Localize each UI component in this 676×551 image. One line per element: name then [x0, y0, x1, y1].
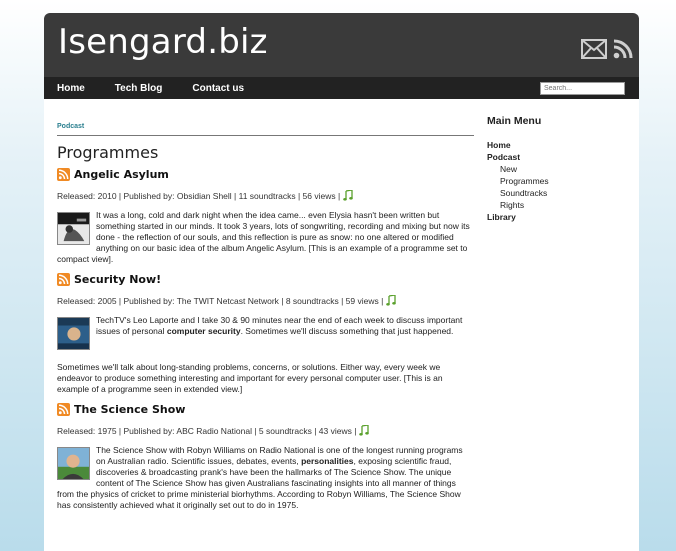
- sidebar-item-new[interactable]: New: [500, 164, 517, 174]
- nav-contact-us[interactable]: Contact us: [192, 83, 244, 94]
- programme-description-text: It was a long, cold and dark night when …: [57, 210, 470, 264]
- programme-meta-text: Released: 2010 | Published by: Obsidian …: [57, 190, 341, 201]
- search-input[interactable]: [540, 82, 625, 95]
- breadcrumb: Podcast: [57, 115, 474, 136]
- programme-meta-text: Released: 1975 | Published by: ABC Radio…: [57, 425, 357, 436]
- site-title[interactable]: Isengard.biz: [58, 22, 268, 62]
- music-note-icon[interactable]: [386, 295, 397, 306]
- page-container: Isengard.biz Home Tech Blog Contact us P…: [44, 13, 639, 551]
- music-note-icon[interactable]: [359, 425, 370, 436]
- sidebar-item-podcast[interactable]: Podcast: [487, 152, 520, 162]
- mail-icon[interactable]: [581, 39, 607, 59]
- main-content: Podcast Programmes Angelic Asylum Releas…: [57, 115, 474, 511]
- main-menu: Home Podcast New Programmes Soundtracks …: [487, 139, 627, 223]
- sidebar-item-home[interactable]: Home: [487, 140, 511, 150]
- programme-description-text: . Sometimes we'll discuss something that…: [240, 326, 454, 336]
- programme-item: Security Now! Released: 2005 | Published…: [57, 273, 474, 395]
- programme-meta: Released: 2005 | Published by: The TWIT …: [57, 295, 474, 306]
- programme-header: Security Now!: [57, 273, 474, 286]
- site-header: Isengard.biz: [44, 13, 639, 77]
- programme-meta: Released: 1975 | Published by: ABC Radio…: [57, 425, 474, 436]
- programme-description: It was a long, cold and dark night when …: [57, 210, 474, 265]
- programme-header: Angelic Asylum: [57, 168, 474, 181]
- programme-extended-text: Sometimes we'll talk about long-standing…: [57, 362, 443, 394]
- programme-title[interactable]: The Science Show: [74, 403, 185, 416]
- programme-thumbnail[interactable]: [57, 317, 90, 350]
- sidebar-item-soundtracks[interactable]: Soundtracks: [500, 188, 547, 198]
- programme-title[interactable]: Angelic Asylum: [74, 168, 169, 181]
- rss-feed-icon[interactable]: [613, 39, 633, 59]
- rss-icon[interactable]: [57, 168, 70, 181]
- nav-home[interactable]: Home: [57, 83, 85, 94]
- rss-icon[interactable]: [57, 403, 70, 416]
- programme-description: The Science Show with Robyn Williams on …: [57, 445, 474, 511]
- programme-thumbnail[interactable]: [57, 212, 90, 245]
- programme-meta: Released: 2010 | Published by: Obsidian …: [57, 190, 474, 201]
- programme-thumbnail[interactable]: [57, 447, 90, 480]
- breadcrumb-link-podcast[interactable]: Podcast: [57, 123, 84, 130]
- nav-tech-blog[interactable]: Tech Blog: [115, 83, 163, 94]
- programme-description-highlight: computer security: [166, 326, 241, 336]
- sidebar-item-library[interactable]: Library: [487, 212, 516, 222]
- programme-description-highlight: personalities: [301, 456, 354, 466]
- programme-title[interactable]: Security Now!: [74, 273, 161, 286]
- sidebar-item-programmes[interactable]: Programmes: [500, 176, 549, 186]
- programme-header: The Science Show: [57, 403, 474, 416]
- sidebar-item-rights[interactable]: Rights: [500, 200, 524, 210]
- header-icons: [581, 39, 633, 59]
- page-title: Programmes: [57, 143, 159, 162]
- programme-meta-text: Released: 2005 | Published by: The TWIT …: [57, 295, 384, 306]
- music-note-icon[interactable]: [343, 190, 354, 201]
- sidebar: Main Menu Home Podcast New Programmes So…: [487, 115, 627, 223]
- main-navbar: Home Tech Blog Contact us: [44, 77, 639, 99]
- sidebar-title: Main Menu: [487, 115, 542, 127]
- programme-description: TechTV's Leo Laporte and I take 30 & 90 …: [57, 315, 474, 352]
- programme-item: Angelic Asylum Released: 2010 | Publishe…: [57, 168, 474, 265]
- programme-item: The Science Show Released: 1975 | Publis…: [57, 403, 474, 511]
- rss-icon[interactable]: [57, 273, 70, 286]
